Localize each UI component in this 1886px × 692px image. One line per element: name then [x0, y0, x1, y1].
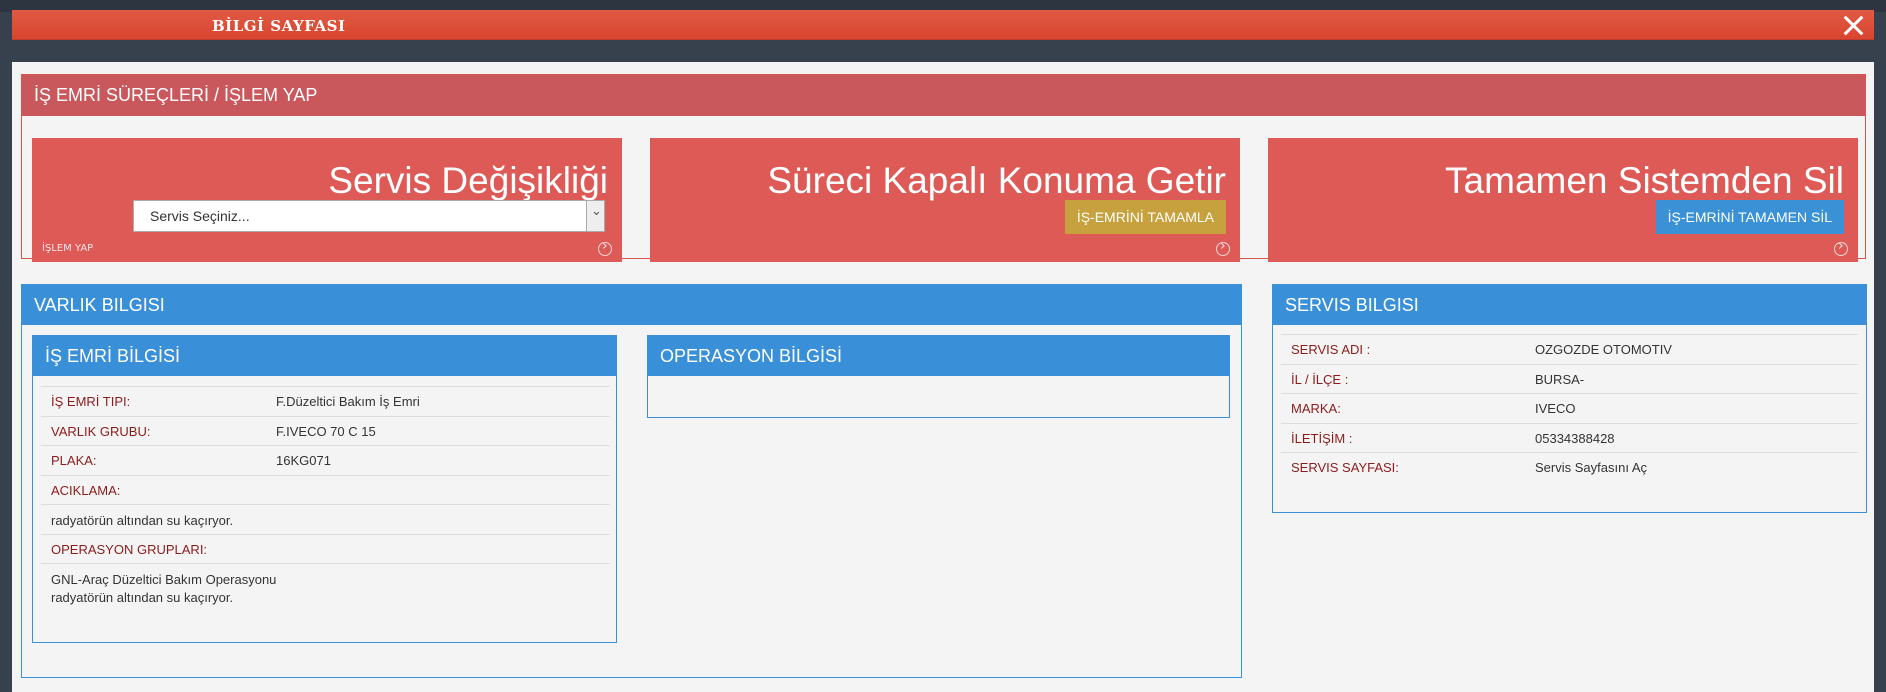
- row-value: F.IVECO 70 C 15: [276, 423, 376, 439]
- modal-header: BİLGİ SAYFASI: [12, 10, 1874, 40]
- info-row: PLAKA: 16KG071: [41, 445, 610, 475]
- op-groups-line2: radyatörün altından su kaçıryor.: [51, 590, 234, 605]
- tile-title: Süreci Kapalı Konuma Getir: [767, 160, 1226, 201]
- tile-service-change: Servis Değişikliği Servis Seçiniz... İŞL…: [32, 138, 622, 262]
- service-select-value: Servis Seçiniz...: [150, 208, 250, 224]
- tile-title: Servis Değişikliği: [328, 160, 608, 201]
- service-page-link[interactable]: Servis Sayfasını Aç: [1535, 460, 1647, 475]
- row-key: SERVIS ADI :: [1291, 342, 1371, 357]
- arrow-circle-icon[interactable]: [1834, 238, 1848, 256]
- service-select[interactable]: Servis Seçiniz...: [133, 200, 605, 232]
- complete-work-order-button[interactable]: İŞ-EMRİNİ TAMAMLA: [1064, 200, 1226, 234]
- tile-close-process: Süreci Kapalı Konuma Getir İŞ-EMRİNİ TAM…: [650, 138, 1240, 262]
- info-row: radyatörün altından su kaçıryor.: [41, 504, 610, 534]
- row-key: VARLIK GRUBU:: [51, 423, 151, 439]
- asset-panel: VARLIK BILGISI İŞ EMRİ BİLGİSİ İŞ EMRİ T…: [21, 284, 1242, 678]
- arrow-circle-icon[interactable]: [598, 238, 612, 256]
- info-row: GNL-Araç Düzeltici Bakım Operasyonu rady…: [41, 563, 610, 609]
- operation-panel: OPERASYON BİLGİSİ: [647, 335, 1230, 418]
- row-key: PLAKA:: [51, 453, 97, 468]
- tile-delete: Tamamen Sistemden Sil İŞ-EMRİNİ TAMAMEN …: [1268, 138, 1858, 262]
- tile-footer-link[interactable]: İŞLEM YAP: [42, 243, 93, 254]
- info-row: OPERASYON GRUPLARI:: [41, 533, 610, 564]
- asset-panel-title: VARLIK BILGISI: [22, 285, 1241, 325]
- process-panel: İŞ EMRİ SÜREÇLERİ / İŞLEM YAP Servis Değ…: [21, 74, 1866, 262]
- operation-panel-title: OPERASYON BİLGİSİ: [648, 336, 1229, 376]
- info-row: MARKA: IVECO: [1281, 393, 1858, 423]
- op-groups-line1: GNL-Araç Düzeltici Bakım Operasyonu: [51, 572, 277, 587]
- row-value: 16KG071: [276, 453, 331, 468]
- row-key: İL / İLÇE :: [1291, 371, 1349, 387]
- info-row: VARLIK GRUBU: F.IVECO 70 C 15: [41, 415, 610, 446]
- modal-body: İŞ EMRİ SÜREÇLERİ / İŞLEM YAP Servis Değ…: [12, 62, 1874, 692]
- work-order-panel-title: İŞ EMRİ BİLGİSİ: [33, 336, 616, 376]
- arrow-circle-icon[interactable]: [1216, 238, 1230, 256]
- info-row: SERVIS SAYFASI: Servis Sayfasını Aç: [1281, 452, 1858, 482]
- work-order-panel: İŞ EMRİ BİLGİSİ İŞ EMRİ TIPI: İŞ EMRİ TI…: [32, 335, 617, 643]
- info-row: İLETİŞİM : 05334388428: [1281, 422, 1858, 453]
- row-key: MARKA:: [1291, 401, 1341, 416]
- delete-work-order-button[interactable]: İŞ-EMRİNİ TAMAMEN SİL: [1655, 200, 1844, 234]
- chevron-down-icon[interactable]: [586, 201, 604, 231]
- info-row: ACIKLAMA:: [41, 474, 610, 505]
- row-key: SERVIS SAYFASI:: [1291, 460, 1399, 475]
- modal-title: BİLGİ SAYFASI: [212, 17, 346, 35]
- service-info: SERVIS ADI : OZGOZDE OTOMOTIV İL / İLÇE …: [1281, 334, 1858, 482]
- service-panel: SERVIS BILGISI SERVIS ADI : OZGOZDE OTOM…: [1272, 284, 1867, 513]
- tile-title: Tamamen Sistemden Sil: [1445, 160, 1844, 201]
- info-row: İL / İLÇE : BURSA-: [1281, 363, 1858, 394]
- info-row: SERVIS ADI : OZGOZDE OTOMOTIV: [1281, 334, 1858, 364]
- op-groups-label: OPERASYON GRUPLARI:: [51, 541, 208, 557]
- row-key: İŞ EMRİ TIPI:: [51, 394, 131, 409]
- row-value: F.Düzeltici Bakım İş Emri: [276, 394, 420, 409]
- description-label: ACIKLAMA:: [51, 482, 121, 498]
- row-value: BURSA-: [1535, 371, 1585, 387]
- process-panel-title: İŞ EMRİ SÜREÇLERİ / İŞLEM YAP: [22, 75, 1865, 116]
- close-icon[interactable]: [1840, 12, 1866, 38]
- row-value: IVECO: [1535, 401, 1576, 416]
- description-value: radyatörün altından su kaçıryor.: [51, 513, 234, 528]
- service-panel-title: SERVIS BILGISI: [1273, 285, 1866, 325]
- work-order-rows: İŞ EMRİ TIPI: F.Düzeltici Bakım İş Emri …: [41, 386, 610, 609]
- info-row: İŞ EMRİ TIPI: F.Düzeltici Bakım İş Emri: [41, 386, 610, 416]
- row-value: 05334388428: [1535, 430, 1615, 446]
- row-value: OZGOZDE OTOMOTIV: [1535, 342, 1672, 357]
- row-key: İLETİŞİM :: [1291, 430, 1353, 446]
